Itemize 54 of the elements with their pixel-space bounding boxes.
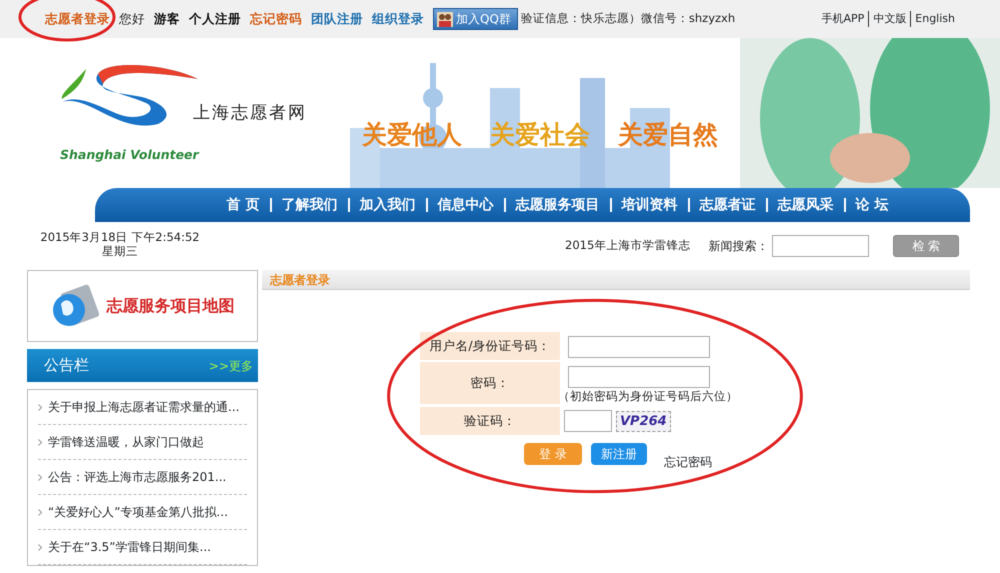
map-link[interactable]: 志愿服务项目地图: [27, 270, 258, 342]
slogan-text: 关爱社会: [490, 119, 590, 151]
search-field[interactable]: [772, 235, 870, 257]
language-link[interactable]: English: [910, 10, 955, 28]
top-link[interactable]: 游客: [154, 10, 180, 28]
field-label: 用户名/身份证号码：: [420, 332, 560, 360]
password-hint: （初始密码为身份证号码后六位）: [558, 388, 739, 405]
slogan-text: 关爱自然: [618, 119, 718, 151]
register-button[interactable]: 新注册: [590, 443, 647, 466]
notice-title: 公告栏: [44, 355, 89, 376]
slogan-text: 关爱他人: [362, 119, 462, 151]
notice-link[interactable]: 学雷锋送温暖，从家门口做起: [48, 433, 204, 451]
language-link[interactable]: 手机APP: [821, 10, 864, 28]
site-name: 上海志愿者网: [193, 102, 307, 125]
chevron-icon: [38, 508, 42, 516]
chevron-icon: [38, 474, 42, 480]
input-field[interactable]: [568, 366, 710, 388]
logo-text: Shanghai Volunteer: [60, 146, 199, 164]
nav-link[interactable]: 首 页: [216, 198, 260, 212]
nav-link[interactable]: 了解我们: [270, 198, 338, 212]
verify-info: 验证信息：快乐志愿）微信号：shzyzxh: [520, 10, 736, 28]
nav-link[interactable]: 志愿者证: [688, 198, 756, 212]
qq-group-button[interactable]: 加入QQ群: [433, 8, 518, 30]
notice-link[interactable]: 公告：评选上海市志愿服务201...: [48, 468, 226, 486]
notice-link[interactable]: 关于在“3.5”学雷锋日期间集...: [48, 538, 211, 556]
globe-icon: [50, 284, 98, 328]
search-label: 新闻搜索：: [708, 238, 768, 255]
captcha-image: VP264: [616, 410, 671, 432]
top-link[interactable]: 组织登录: [372, 10, 424, 28]
notice-link[interactable]: “关爱好心人”专项基金第八批拟...: [48, 503, 228, 521]
field-label: 验证码：: [420, 407, 560, 436]
top-link[interactable]: 个人注册: [189, 10, 241, 28]
nav-link[interactable]: 志愿服务项目: [504, 198, 600, 212]
nav-link[interactable]: 培训资料: [610, 198, 678, 212]
forgot-password-link[interactable]: 忘记密码: [664, 453, 712, 472]
nav-link[interactable]: 信息中心: [426, 198, 494, 212]
notice-link[interactable]: 关于申报上海志愿者证需求量的通...: [48, 398, 240, 416]
people-icon: [437, 12, 453, 26]
nav-link[interactable]: 志愿风采: [766, 198, 834, 212]
top-link[interactable]: 团队注册: [311, 10, 363, 28]
chevron-icon: [38, 404, 42, 410]
chevron-icon: [38, 544, 42, 550]
captcha-field[interactable]: [564, 410, 612, 432]
nav-link[interactable]: 论 坛: [844, 198, 888, 212]
input-field[interactable]: [568, 336, 710, 358]
language-link[interactable]: 中文版: [868, 10, 906, 28]
chevron-icon: [38, 438, 42, 446]
top-link[interactable]: 忘记密码: [250, 10, 302, 28]
nav-link[interactable]: 加入我们: [348, 198, 416, 212]
search-button[interactable]: 检 索: [893, 235, 960, 257]
section-title: 志愿者登录: [262, 270, 970, 290]
field-label: 密码：: [420, 362, 560, 404]
more-link[interactable]: >>更多: [208, 356, 253, 374]
top-link[interactable]: 您好: [119, 10, 145, 28]
